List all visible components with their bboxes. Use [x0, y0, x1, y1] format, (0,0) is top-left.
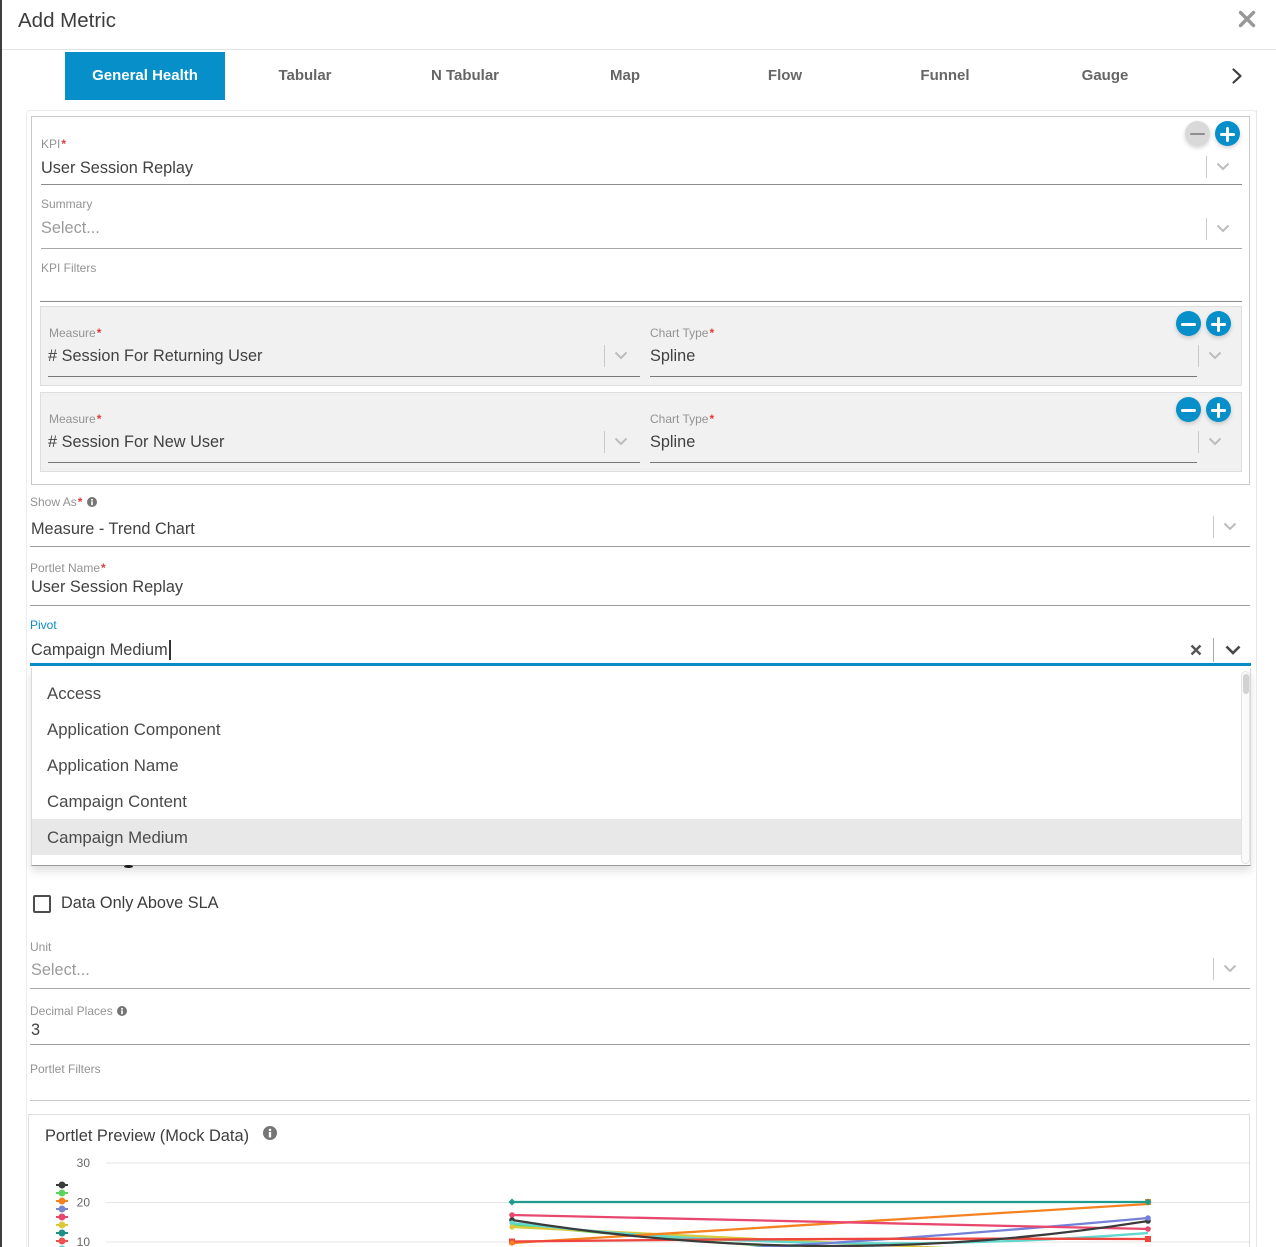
svg-text:10: 10 [77, 1235, 91, 1247]
svg-text:30: 30 [77, 1156, 91, 1170]
svg-text:20: 20 [77, 1196, 91, 1210]
